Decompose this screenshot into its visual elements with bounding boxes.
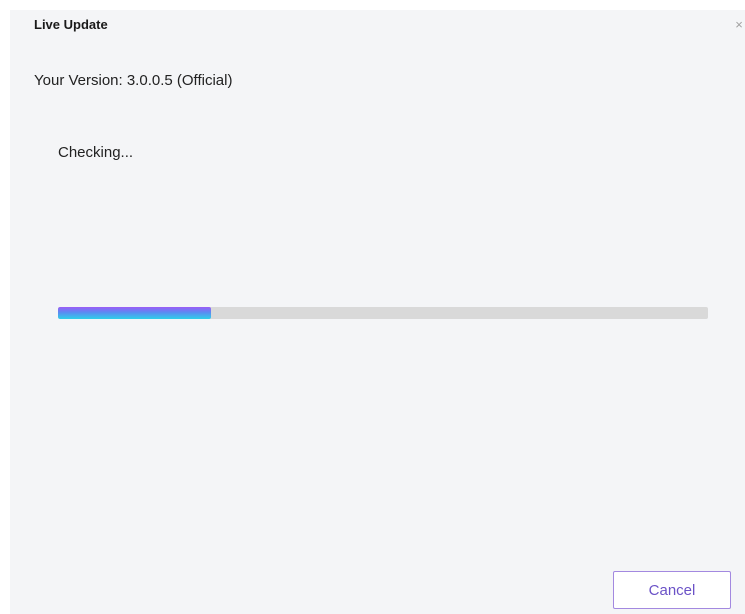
status-label: Checking... [58,144,134,161]
progress-fill [58,307,211,319]
version-label: Your Version: 3.0.0.5 (Official) [34,72,233,89]
cancel-button[interactable]: Cancel [613,571,731,609]
live-update-dialog: Live Update × Your Version: 3.0.0.5 (Off… [10,10,745,614]
dialog-title: Live Update [34,17,108,32]
close-icon[interactable]: × [733,18,745,32]
progress-bar [58,307,708,319]
